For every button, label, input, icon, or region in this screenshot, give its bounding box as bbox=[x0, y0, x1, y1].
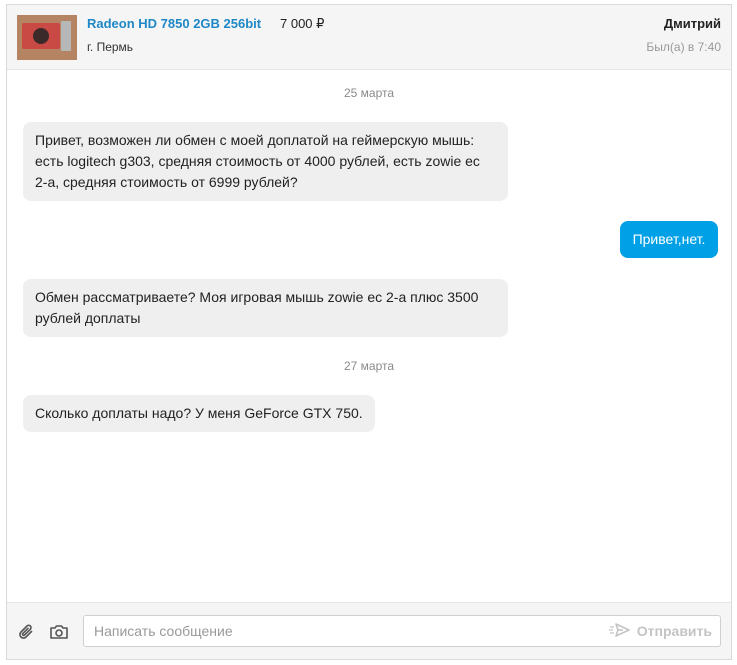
message-incoming: Обмен рассматриваете? Моя игровая мышь z… bbox=[23, 279, 508, 337]
last-seen-status: Был(а) в 7:40 bbox=[646, 40, 721, 54]
message-text: Сколько доплаты надо? У меня GeForce GTX… bbox=[35, 405, 363, 421]
chat-window: Radeon HD 7850 2GB 256bit 7 000 ₽ г. Пер… bbox=[6, 4, 732, 660]
message-text: Привет,нет. bbox=[632, 231, 706, 247]
message-text: Привет, возможен ли обмен с моей доплато… bbox=[35, 132, 480, 190]
send-icon bbox=[608, 622, 631, 641]
message-input-box: Отправить bbox=[83, 615, 721, 647]
date-separator: 27 марта bbox=[343, 359, 395, 373]
message-incoming: Сколько доплаты надо? У меня GeForce GTX… bbox=[23, 395, 375, 432]
message-text: Обмен рассматриваете? Моя игровая мышь z… bbox=[35, 289, 479, 326]
paperclip-icon[interactable] bbox=[16, 621, 38, 643]
fan-image bbox=[33, 28, 49, 44]
message-outgoing: Привет,нет. bbox=[620, 221, 718, 258]
send-button[interactable]: Отправить bbox=[608, 622, 712, 641]
bracket-image bbox=[61, 21, 71, 51]
message-incoming: Привет, возможен ли обмен с моей доплато… bbox=[23, 122, 508, 201]
camera-icon[interactable] bbox=[48, 621, 70, 643]
listing-city: г. Пермь bbox=[87, 40, 134, 54]
send-label: Отправить bbox=[636, 623, 712, 639]
message-input[interactable] bbox=[84, 616, 594, 646]
interlocutor-name[interactable]: Дмитрий bbox=[664, 16, 721, 31]
date-separator: 25 марта bbox=[343, 86, 395, 100]
chat-header: Radeon HD 7850 2GB 256bit 7 000 ₽ г. Пер… bbox=[7, 5, 731, 70]
listing-price: 7 000 ₽ bbox=[280, 16, 325, 31]
listing-thumbnail[interactable] bbox=[17, 15, 77, 60]
listing-title-link[interactable]: Radeon HD 7850 2GB 256bit bbox=[87, 16, 261, 31]
message-composer: Отправить bbox=[7, 602, 731, 659]
